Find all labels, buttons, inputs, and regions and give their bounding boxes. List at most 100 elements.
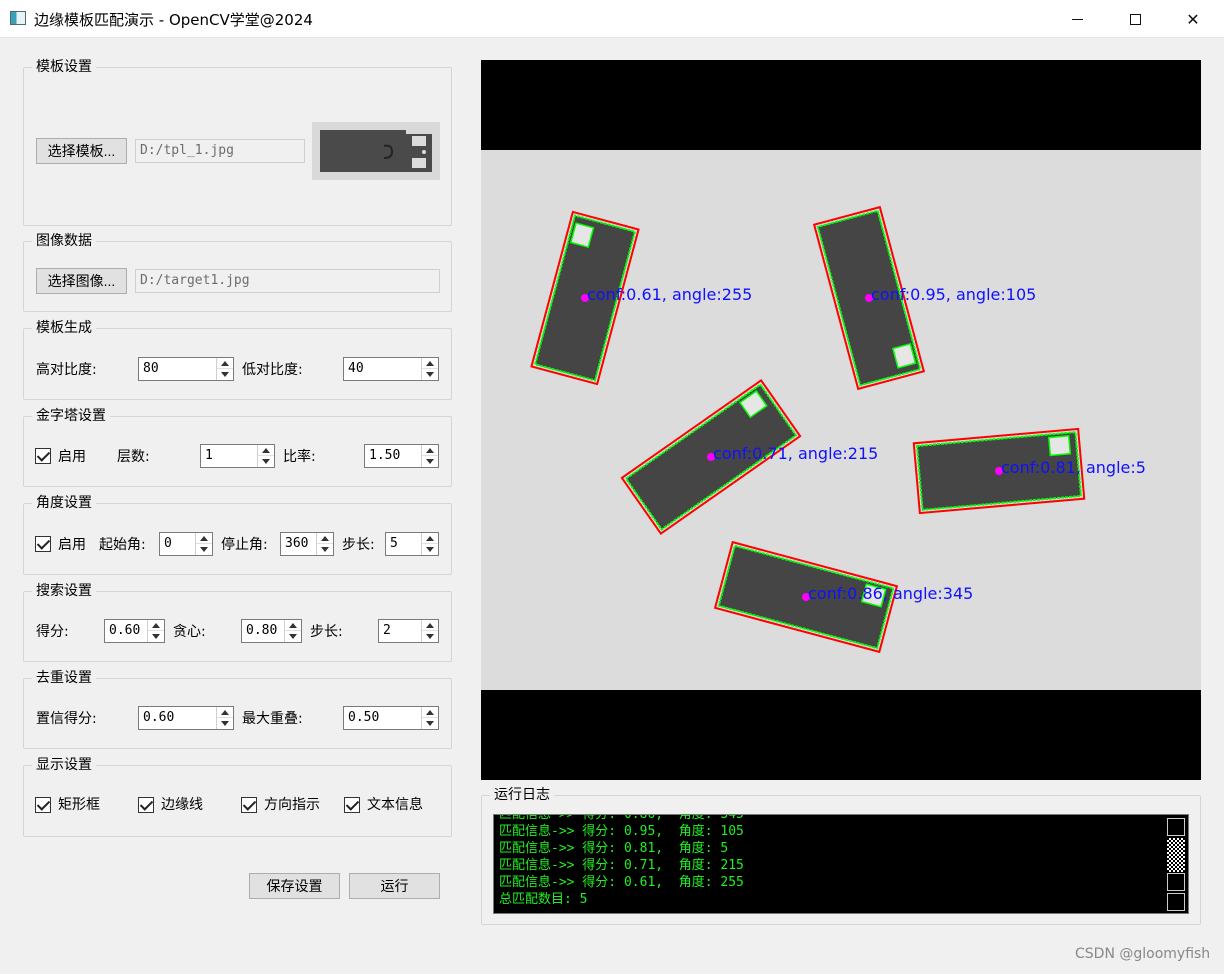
maximize-icon — [1129, 13, 1141, 25]
close-icon: ✕ — [1186, 9, 1200, 29]
stop-angle-spinbox[interactable]: 360 — [280, 532, 334, 556]
angle-enable-checkbox[interactable] — [35, 536, 51, 552]
spin-up-button[interactable] — [422, 445, 438, 456]
max-overlap-spinbox[interactable]: 0.50 — [343, 706, 439, 730]
detection-label: conf:0.95, angle:105 — [871, 285, 1036, 304]
detection-label: conf:0.86, angle:345 — [808, 584, 973, 603]
show-rect-checkbox[interactable] — [35, 797, 51, 813]
start-angle-spinbox[interactable]: 0 — [159, 532, 213, 556]
detection-label: conf:0.71, angle:215 — [713, 444, 878, 463]
chevron-up-icon — [426, 447, 434, 453]
spin-down-button[interactable] — [317, 544, 333, 555]
chevron-down-icon — [262, 459, 270, 464]
angle-enable-label: 启用 — [58, 537, 86, 553]
spin-arrows — [421, 445, 438, 467]
log-line: 总匹配数目: 5 — [499, 892, 588, 907]
pyramid-enable-checkbox[interactable] — [35, 448, 51, 464]
greedy-label: 贪心: — [173, 624, 206, 640]
spin-up-button[interactable] — [217, 358, 233, 369]
spin-arrows — [216, 707, 233, 729]
chevron-down-icon — [426, 721, 434, 726]
show-text-checkbox[interactable] — [344, 797, 360, 813]
select-template-button[interactable]: 选择模板... — [36, 138, 127, 164]
scroll-up-button[interactable] — [1167, 818, 1185, 836]
spin-arrows — [284, 620, 301, 642]
close-button[interactable]: ✕ — [1164, 0, 1222, 38]
chevron-down-icon — [426, 372, 434, 377]
select-image-button[interactable]: 选择图像... — [36, 268, 127, 294]
spin-up-button[interactable] — [422, 620, 438, 631]
show-direction-checkbox[interactable] — [241, 797, 257, 813]
spin-down-button[interactable] — [422, 544, 438, 555]
spin-up-button[interactable] — [317, 533, 333, 544]
spin-arrows — [421, 620, 438, 642]
spin-up-button[interactable] — [422, 707, 438, 718]
save-settings-button[interactable]: 保存设置 — [249, 873, 340, 899]
chevron-up-icon — [426, 360, 434, 366]
chevron-down-icon — [289, 634, 297, 639]
spin-down-button[interactable] — [196, 544, 212, 555]
spin-up-button[interactable] — [148, 620, 164, 631]
log-lines: 匹配信息->> 得分: 0.86, 角度: 345 匹配信息->> 得分: 0.9… — [499, 814, 1159, 908]
confidence-spinbox[interactable]: 0.60 — [138, 706, 234, 730]
spin-down-button[interactable] — [148, 631, 164, 642]
low-contrast-spinbox[interactable]: 40 — [343, 357, 439, 381]
group-title: 运行日志 — [490, 785, 554, 805]
chevron-down-icon — [200, 547, 208, 552]
log-line: 匹配信息->> 得分: 0.71, 角度: 215 — [499, 858, 744, 873]
angle-step-spinbox[interactable]: 5 — [385, 532, 439, 556]
spin-down-button[interactable] — [422, 369, 438, 380]
spin-value: 0 — [164, 536, 172, 551]
image-path-field[interactable]: D:/target1.jpg — [135, 269, 440, 293]
log-scrollbar[interactable] — [1165, 816, 1187, 912]
greedy-spinbox[interactable]: 0.80 — [241, 619, 302, 643]
spin-down-button[interactable] — [285, 631, 301, 642]
chevron-up-icon — [200, 535, 208, 541]
high-contrast-spinbox[interactable]: 80 — [138, 357, 234, 381]
stop-angle-label: 停止角: — [221, 537, 268, 553]
spin-up-button[interactable] — [422, 533, 438, 544]
low-contrast-label: 低对比度: — [242, 362, 303, 378]
start-angle-label: 起始角: — [99, 537, 146, 553]
run-button[interactable]: 运行 — [349, 873, 440, 899]
high-contrast-label: 高对比度: — [36, 362, 97, 378]
spin-value: 0.60 — [143, 710, 175, 725]
spin-up-button[interactable] — [217, 707, 233, 718]
spin-value: 360 — [285, 536, 309, 551]
pyramid-levels-spinbox[interactable]: 1 — [200, 444, 275, 468]
group-title: 角度设置 — [32, 493, 96, 513]
spin-value: 0.80 — [246, 623, 278, 638]
spin-value: 40 — [348, 361, 364, 376]
pyramid-levels-label: 层数: — [117, 449, 150, 465]
chevron-up-icon — [426, 709, 434, 715]
scroll-down-button[interactable] — [1167, 893, 1185, 911]
spin-down-button[interactable] — [217, 718, 233, 729]
template-path-field[interactable]: D:/tpl_1.jpg — [135, 139, 305, 163]
pyramid-ratio-spinbox[interactable]: 1.50 — [364, 444, 439, 468]
spin-arrows — [147, 620, 164, 642]
spin-up-button[interactable] — [258, 445, 274, 456]
scroll-thumb[interactable] — [1167, 873, 1185, 891]
window-title: 边缘模板匹配演示 - OpenCV学堂@2024 — [34, 11, 313, 29]
score-spinbox[interactable]: 0.60 — [104, 619, 165, 643]
spin-up-button[interactable] — [285, 620, 301, 631]
maximize-button[interactable] — [1106, 0, 1164, 38]
chevron-down-icon — [152, 634, 160, 639]
log-line: 匹配信息->> 得分: 0.86, 角度: 345 — [499, 814, 744, 822]
spin-down-button[interactable] — [217, 369, 233, 380]
spin-down-button[interactable] — [422, 718, 438, 729]
show-edge-checkbox[interactable] — [138, 797, 154, 813]
spin-down-button[interactable] — [422, 631, 438, 642]
spin-down-button[interactable] — [422, 456, 438, 467]
spin-arrows — [421, 358, 438, 380]
spin-up-button[interactable] — [422, 358, 438, 369]
scroll-track[interactable] — [1167, 838, 1185, 872]
log-line: 匹配信息->> 得分: 0.61, 角度: 255 — [499, 875, 744, 890]
spin-up-button[interactable] — [196, 533, 212, 544]
search-step-spinbox[interactable]: 2 — [378, 619, 439, 643]
log-output[interactable]: 匹配信息->> 得分: 0.86, 角度: 345 匹配信息->> 得分: 0.9… — [493, 814, 1189, 914]
minimize-button[interactable] — [1048, 0, 1106, 38]
confidence-label: 置信得分: — [36, 711, 97, 727]
spin-down-button[interactable] — [258, 456, 274, 467]
show-edge-label: 边缘线 — [161, 797, 203, 813]
